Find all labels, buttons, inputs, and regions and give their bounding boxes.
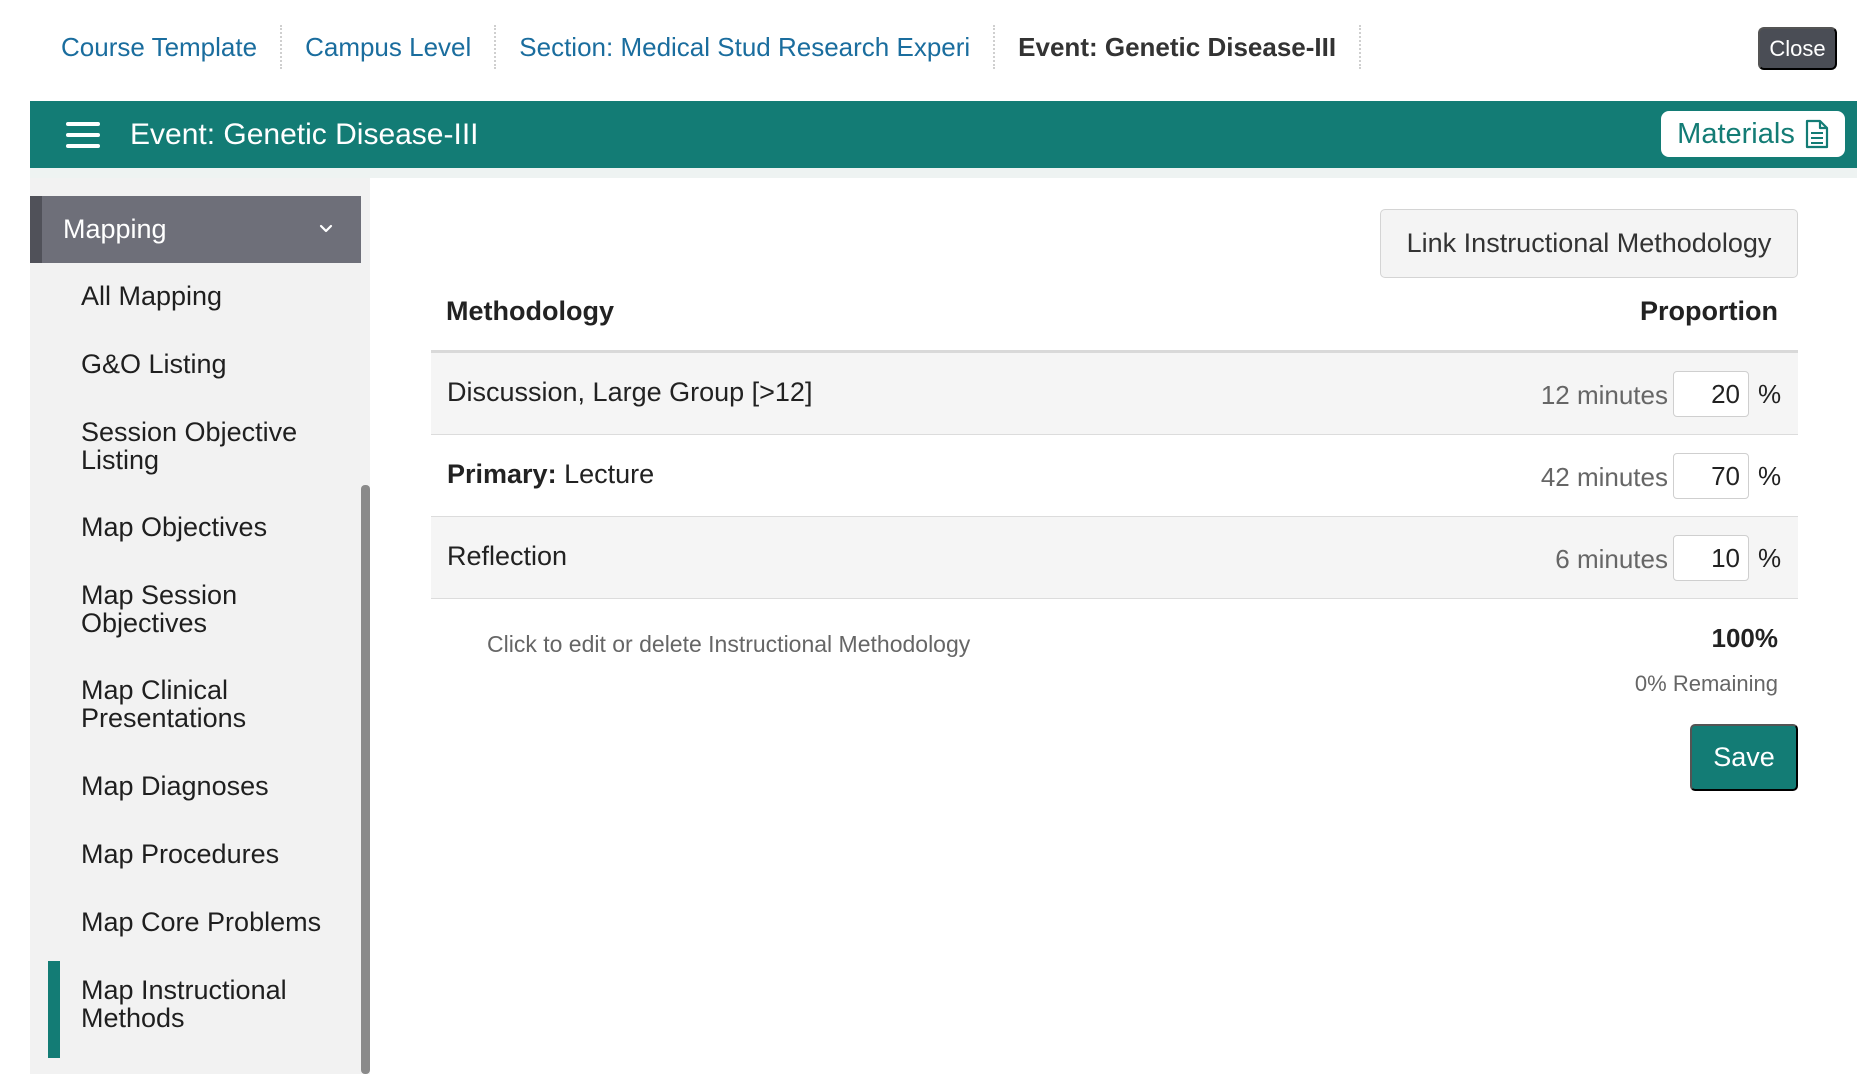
methodology-name: Discussion, Large Group [>12] bbox=[447, 377, 813, 407]
breadcrumb-event: Event: Genetic Disease-III bbox=[995, 25, 1362, 69]
sidebar-item-map-session-objectives[interactable]: Map Session Objectives bbox=[81, 581, 341, 637]
sidebar-item-map-diagnoses[interactable]: Map Diagnoses bbox=[81, 772, 341, 800]
sidebar-item-go-listing[interactable]: G&O Listing bbox=[81, 350, 341, 378]
proportion-input[interactable] bbox=[1673, 371, 1749, 417]
total-percent: 100% bbox=[1711, 623, 1779, 653]
sidebar-item-session-objective-listing[interactable]: Session Objective Listing bbox=[81, 418, 341, 474]
percent-sign: % bbox=[1758, 461, 1782, 491]
edit-hint: Click to edit or delete Instructional Me… bbox=[487, 631, 971, 657]
table-row[interactable]: Reflection 6 minutes % bbox=[431, 517, 1798, 599]
sidebar-item-map-clinical-presentations[interactable]: Map Clinical Presentations bbox=[81, 676, 341, 732]
breadcrumb: Course Template Campus Level Section: Me… bbox=[38, 24, 1362, 70]
materials-button[interactable]: Materials bbox=[1661, 111, 1845, 157]
sidebar-scrollbar[interactable] bbox=[361, 485, 370, 1074]
sidebar-item-map-core-problems[interactable]: Map Core Problems bbox=[81, 908, 341, 936]
breadcrumb-campus-level[interactable]: Campus Level bbox=[282, 25, 497, 69]
breadcrumb-course-template[interactable]: Course Template bbox=[38, 25, 283, 69]
sidebar-item-map-objectives[interactable]: Map Objectives bbox=[81, 513, 341, 541]
sidebar-item-all-mapping[interactable]: All Mapping bbox=[81, 282, 341, 310]
sidebar-section-mapping[interactable]: Mapping bbox=[30, 196, 361, 263]
column-header-proportion: Proportion bbox=[1640, 296, 1778, 326]
header-underline bbox=[30, 168, 1857, 178]
sidebar: Mapping All Mapping G&O Listing Session … bbox=[30, 178, 370, 1074]
hamburger-menu-icon[interactable] bbox=[66, 121, 100, 148]
methodology-minutes: 6 minutes bbox=[1555, 544, 1668, 574]
active-item-indicator bbox=[48, 961, 60, 1058]
sidebar-item-map-procedures[interactable]: Map Procedures bbox=[81, 840, 341, 868]
methodology-name: Reflection bbox=[447, 541, 568, 571]
chevron-down-icon bbox=[319, 224, 333, 233]
save-button[interactable]: Save bbox=[1690, 724, 1798, 791]
methodology-minutes: 42 minutes bbox=[1540, 462, 1668, 492]
remaining-percent: 0% Remaining bbox=[1634, 671, 1778, 696]
event-title: Event: Genetic Disease-III bbox=[130, 117, 479, 151]
proportion-input[interactable] bbox=[1673, 535, 1749, 581]
table-row[interactable]: Discussion, Large Group [>12] 12 minutes… bbox=[431, 353, 1798, 435]
section-accent bbox=[30, 196, 42, 263]
methodology-name: Primary: Lecture bbox=[447, 459, 655, 489]
percent-sign: % bbox=[1758, 379, 1782, 409]
document-icon bbox=[1805, 119, 1828, 149]
sidebar-item-map-instructional-methods[interactable]: Map Instructional Methods bbox=[81, 976, 341, 1032]
event-header-bar: Event: Genetic Disease-III Materials bbox=[30, 101, 1857, 168]
proportion-input[interactable] bbox=[1673, 453, 1749, 499]
methodology-minutes: 12 minutes bbox=[1540, 380, 1668, 410]
sidebar-section-label: Mapping bbox=[63, 214, 167, 244]
materials-label: Materials bbox=[1677, 117, 1795, 150]
breadcrumb-section[interactable]: Section: Medical Stud Research Experi bbox=[496, 25, 996, 69]
close-button[interactable]: Close bbox=[1758, 27, 1837, 70]
link-instructional-methodology-button[interactable]: Link Instructional Methodology bbox=[1380, 209, 1798, 278]
column-header-methodology: Methodology bbox=[446, 296, 614, 326]
percent-sign: % bbox=[1758, 543, 1782, 573]
table-row[interactable]: Primary: Lecture 42 minutes % bbox=[431, 435, 1798, 517]
